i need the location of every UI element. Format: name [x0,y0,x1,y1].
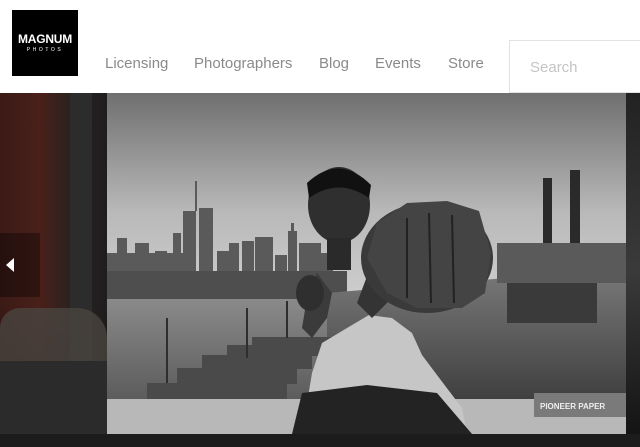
boxcar-sign-text: PIONEER PAPER [540,402,605,411]
logo-subtitle: PHOTOS [26,47,64,53]
prev-slide-rubble [0,308,107,368]
magnum-logo[interactable]: MAGNUM PHOTOS [12,10,78,76]
nav-store[interactable]: Store [448,55,484,72]
next-slide-preview[interactable] [626,93,640,447]
search-input[interactable] [530,55,635,79]
carousel-prev-button[interactable] [0,233,40,297]
nav-blog[interactable]: Blog [319,55,349,72]
nav-events[interactable]: Events [375,55,421,72]
logo-wordmark: MAGNUM [17,32,73,46]
site-header: MAGNUM PHOTOS Licensing Photographers Bl… [0,0,640,93]
nav-photographers[interactable]: Photographers [194,55,292,72]
photo-carousel: PIONEER PAPER [0,93,640,447]
carousel-bottom-strip [0,434,640,447]
nav-licensing[interactable]: Licensing [105,55,168,72]
chevron-left-icon [6,258,14,272]
featured-photo[interactable]: PIONEER PAPER [107,93,626,434]
search-box [509,40,640,93]
featured-photo-image: PIONEER PAPER [107,93,626,434]
